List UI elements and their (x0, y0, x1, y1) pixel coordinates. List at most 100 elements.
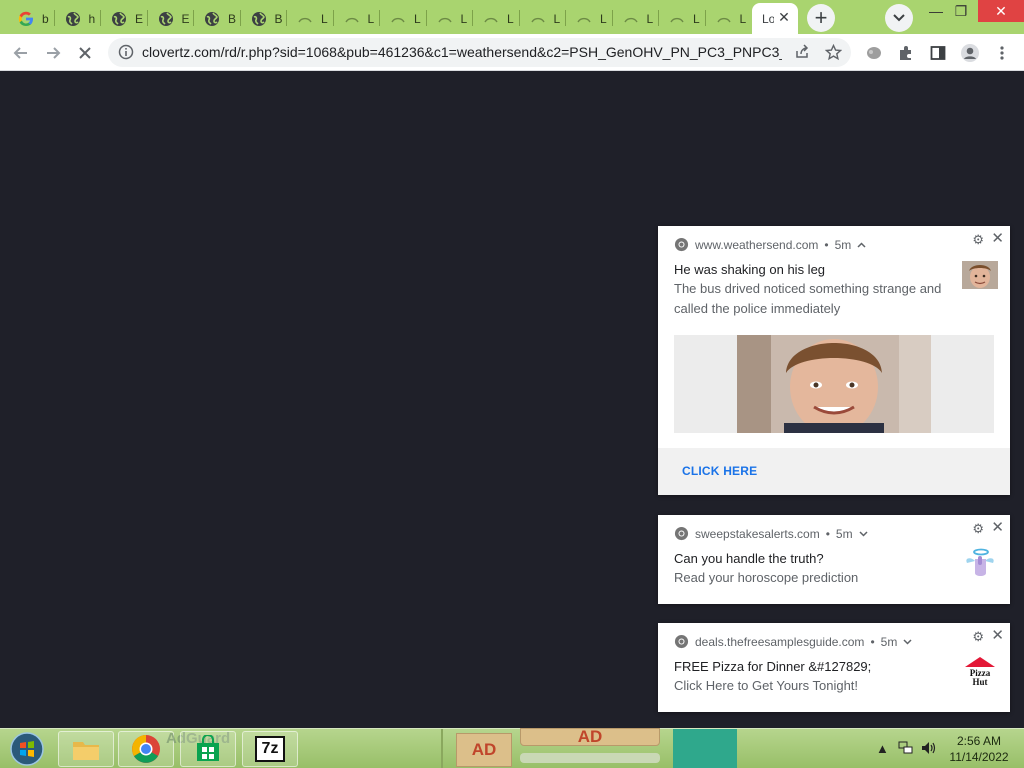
url-text[interactable]: clovertz.com/rd/r.php?sid=1068&pub=46123… (142, 44, 782, 60)
notification-free-samples[interactable]: deals.thefreesamplesguide.com • 5m ⚙ ✕ F… (658, 623, 1010, 712)
clock-date: 11/14/2022 (949, 750, 1009, 764)
google-icon (18, 11, 34, 27)
notification-sweepstakes[interactable]: sweepstakesalerts.com • 5m ⚙ ✕ Can you h… (658, 515, 1010, 604)
click-here-button[interactable]: CLICK HERE (682, 464, 757, 478)
tab[interactable]: L (566, 3, 612, 34)
file-explorer-button[interactable] (58, 731, 114, 767)
tab[interactable]: E (148, 3, 194, 34)
globe-icon (158, 11, 174, 27)
chrome-icon (674, 634, 689, 649)
bookmark-star-icon[interactable] (823, 42, 843, 62)
network-icon[interactable] (898, 741, 914, 758)
notification-weathersend[interactable]: www.weathersend.com • 5m ⚙ ✕ He was shak… (658, 226, 1010, 495)
site-info-icon[interactable] (116, 42, 136, 62)
tab-separator (53, 10, 55, 26)
browser-toolbar: clovertz.com/rd/r.php?sid=1068&pub=46123… (0, 34, 1024, 71)
gear-icon[interactable]: ⚙ (972, 232, 984, 248)
tab[interactable]: L (520, 3, 566, 34)
tab-separator (146, 10, 148, 26)
stop-loading-button[interactable] (72, 40, 98, 66)
notification-title: Can you handle the truth? (674, 551, 824, 566)
profile-button[interactable] (957, 40, 983, 66)
ad-taskbar-item[interactable]: AD (456, 733, 512, 767)
loading-icon (669, 11, 685, 27)
tab-separator (611, 10, 613, 26)
address-bar[interactable]: clovertz.com/rd/r.php?sid=1068&pub=46123… (108, 38, 851, 67)
kebab-menu-icon (1000, 46, 1004, 60)
puzzle-icon (900, 46, 911, 60)
new-tab-button[interactable]: + (807, 4, 835, 32)
tab-separator (425, 10, 427, 26)
tab-label: L (646, 11, 654, 26)
tab[interactable]: B (194, 3, 240, 34)
restore-button[interactable]: ❐ (946, 0, 976, 22)
tab[interactable]: L (334, 3, 380, 34)
loading-icon (483, 11, 499, 27)
tab[interactable]: L (380, 3, 426, 34)
tab-label: L (600, 11, 607, 26)
taskbar: AdGuard 7z AD AD ▲ 2:56 AM 11/14/2022 (0, 727, 1024, 768)
notification-source: deals.thefreesamplesguide.com (695, 634, 865, 649)
7zip-label: 7z (261, 740, 279, 757)
tab-label: b (42, 11, 49, 26)
close-icon[interactable]: ✕ (991, 229, 1004, 247)
forward-button[interactable] (40, 40, 66, 66)
tab[interactable]: E (101, 3, 147, 34)
chevron-down-icon (893, 14, 905, 22)
tab-label: E (135, 11, 144, 26)
loading-icon (437, 11, 453, 27)
close-icon[interactable]: ✕ (991, 626, 1004, 644)
tab[interactable]: h (55, 3, 101, 34)
7zip-taskbar-button[interactable]: 7z (242, 731, 298, 767)
tab-separator (100, 10, 101, 26)
chevron-up-icon[interactable] (857, 241, 866, 248)
ad-banner-bar (520, 753, 660, 763)
loading-icon (716, 11, 732, 27)
tab-separator (332, 10, 334, 26)
tab[interactable]: L (287, 3, 333, 34)
system-clock[interactable]: 2:56 AM 11/14/2022 (946, 733, 1012, 765)
start-button[interactable] (2, 731, 52, 767)
close-window-button[interactable]: ✕ (978, 0, 1024, 22)
back-button[interactable] (8, 40, 34, 66)
loading-icon (576, 11, 592, 27)
tab[interactable]: L (427, 3, 473, 34)
gear-icon[interactable]: ⚙ (972, 521, 984, 537)
globe-icon (204, 11, 220, 27)
store-taskbar-button[interactable] (180, 731, 236, 767)
volume-icon[interactable] (921, 741, 937, 758)
extension-button[interactable] (861, 40, 887, 66)
notification-source: sweepstakesalerts.com (695, 526, 820, 541)
notification-action-bar: CLICK HERE (658, 448, 1010, 495)
extensions-menu-button[interactable] (893, 40, 919, 66)
tab-separator (193, 10, 194, 26)
side-panel-icon (930, 46, 946, 60)
tab-search-button[interactable] (885, 4, 913, 32)
tab-separator (565, 10, 566, 26)
tab-separator (379, 10, 380, 26)
notification-header: www.weathersend.com • 5m (674, 237, 866, 252)
side-panel-button[interactable] (925, 40, 951, 66)
tab-label: h (88, 11, 96, 26)
tray-expand-icon[interactable]: ▲ (876, 741, 889, 756)
chevron-down-icon[interactable] (859, 530, 868, 537)
chevron-down-icon[interactable] (903, 638, 912, 645)
taskbar-divider (441, 729, 443, 768)
tab[interactable]: L (706, 3, 752, 34)
tab[interactable]: L (659, 3, 705, 34)
browser-menu-button[interactable] (989, 40, 1015, 66)
tab[interactable]: L (473, 3, 519, 34)
tab-label: L (414, 11, 421, 26)
tab[interactable]: B (241, 3, 287, 34)
ad-banner[interactable]: AD (520, 727, 660, 746)
teal-taskbar-block (673, 729, 737, 768)
7zip-icon: 7z (255, 736, 285, 762)
notification-message: Click Here to Get Yours Tonight! (674, 678, 859, 693)
close-icon[interactable]: ✕ (991, 518, 1004, 536)
tab[interactable]: b (8, 3, 54, 34)
separator-dot: • (870, 634, 875, 649)
share-icon[interactable] (792, 42, 812, 62)
gear-icon[interactable]: ⚙ (972, 629, 984, 645)
tab[interactable]: L (613, 3, 659, 34)
tab-close-icon[interactable]: ✕ (776, 9, 792, 25)
